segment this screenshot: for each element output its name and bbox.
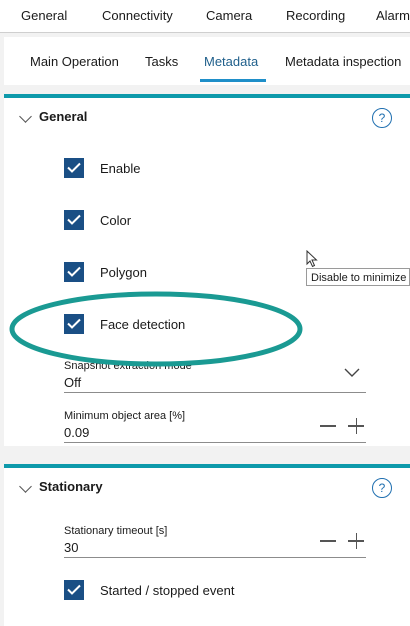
checkmark-icon [67, 266, 81, 277]
started-stopped-event-checkbox[interactable] [64, 580, 84, 600]
help-icon[interactable]: ? [372, 108, 392, 128]
minimum-object-area-value: 0.09 [64, 425, 90, 440]
checkmark-icon [67, 584, 81, 595]
mouse-cursor-icon [306, 250, 318, 268]
snapshot-extraction-label: Snapshot extraction mode [64, 360, 192, 372]
checkmark-icon [67, 162, 81, 173]
color-checkbox[interactable] [64, 210, 84, 230]
top-nav: General Connectivity Camera Recording Al… [0, 0, 410, 33]
top-nav-general[interactable]: General [21, 8, 67, 23]
minimum-object-area-field[interactable]: Minimum object area [%] 0.09 [64, 408, 366, 443]
stationary-panel-header[interactable]: Stationary [4, 468, 410, 508]
snapshot-extraction-select[interactable]: Snapshot extraction mode Off [64, 360, 366, 393]
face-detection-checkbox[interactable] [64, 314, 84, 334]
polygon-checkbox[interactable] [64, 262, 84, 282]
chevron-down-icon[interactable] [344, 368, 360, 378]
checkmark-icon [67, 214, 81, 225]
general-panel-header[interactable]: General [4, 98, 410, 138]
plus-icon-vertical [355, 533, 357, 549]
minimum-object-area-label: Minimum object area [%] [64, 410, 186, 422]
stationary-panel-title: Stationary [39, 479, 103, 494]
general-panel-title: General [39, 109, 88, 124]
top-nav-recording[interactable]: Recording [286, 8, 345, 23]
tab-main-operation[interactable]: Main Operation [30, 54, 119, 69]
top-nav-alarm[interactable]: Alarm [376, 8, 410, 23]
stationary-timeout-field[interactable]: Stationary timeout [s] 30 [64, 523, 366, 558]
top-nav-camera[interactable]: Camera [206, 8, 252, 23]
snapshot-extraction-value: Off [64, 375, 82, 390]
stationary-panel: Stationary ? Stationary timeout [s] 30 S… [4, 464, 410, 626]
minus-icon[interactable] [320, 425, 336, 427]
enable-checkbox[interactable] [64, 158, 84, 178]
top-nav-connectivity[interactable]: Connectivity [102, 8, 173, 23]
stationary-timeout-value: 30 [64, 540, 79, 555]
tab-metadata-inspection[interactable]: Metadata inspection [285, 54, 401, 69]
tab-metadata[interactable]: Metadata [204, 54, 258, 69]
enable-label: Enable [100, 161, 141, 176]
tab-tasks[interactable]: Tasks [145, 54, 178, 69]
chevron-down-icon [19, 110, 32, 123]
color-label: Color [100, 213, 132, 228]
plus-icon-vertical [355, 418, 357, 434]
active-tab-indicator [200, 79, 266, 82]
minus-icon[interactable] [320, 540, 336, 542]
sub-tabs: Main Operation Tasks Metadata Metadata i… [4, 37, 410, 85]
started-stopped-event-label: Started / stopped event [100, 583, 235, 598]
face-detection-label: Face detection [100, 317, 186, 332]
tooltip: Disable to minimize [306, 268, 410, 286]
stationary-timeout-label: Stationary timeout [s] [64, 525, 168, 537]
checkmark-icon [67, 318, 81, 329]
help-icon[interactable]: ? [372, 478, 392, 498]
polygon-label: Polygon [100, 265, 147, 280]
chevron-down-icon [19, 480, 32, 493]
